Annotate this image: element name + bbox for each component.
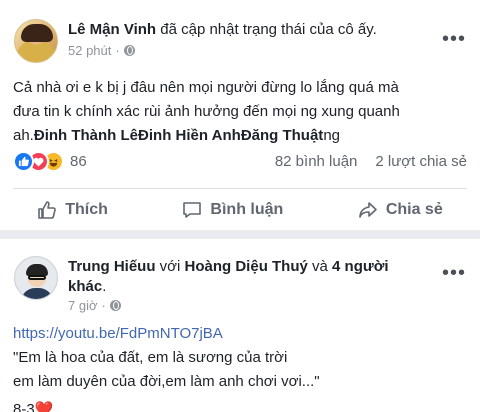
post-text-line: đưa tin k chính xác rùi ảnh hưởng đến mọ… [13, 103, 400, 120]
post-header: Lê Mận Vinh đã cập nhật trạng thái của c… [68, 20, 377, 39]
post-card-1: Lê Mận Vinh đã cập nhật trạng thái của c… [0, 0, 480, 230]
post-text-line: Cả nhà ơi e k bị j đâu nên mọi người đừn… [13, 79, 399, 96]
post-text: https://youtu.be/FdPmNTO7jBA "Em là hoa … [13, 322, 473, 412]
author-name[interactable]: Lê Mận Vinh [68, 21, 156, 38]
author-name[interactable]: Trung Hiếuu [68, 258, 156, 275]
more-options-icon[interactable]: ••• [442, 29, 466, 49]
youtube-link[interactable]: https://youtu.be/FdPmNTO7jBA [13, 322, 473, 346]
globe-icon [109, 300, 121, 311]
others-link[interactable]: 4 người [332, 258, 389, 275]
comment-button[interactable]: Bình luận [182, 201, 283, 219]
others-link[interactable]: khác [68, 278, 102, 295]
post-header: Trung Hiếuu với Hoàng Diệu Thuý và 4 ngư… [68, 258, 389, 295]
post-action-text: đã cập nhật trạng thái của cô ấy. [160, 21, 377, 38]
heart-emoji: ❤️ [34, 401, 54, 412]
post-text-line: 8-3❤️ [13, 398, 473, 412]
share-button[interactable]: Chia sẻ [358, 201, 443, 219]
post-time[interactable]: 52 phút [68, 43, 111, 58]
globe-icon [123, 45, 135, 56]
share-label: Chia sẻ [385, 201, 443, 218]
reaction-count: 86 [70, 153, 87, 170]
author-avatar[interactable] [14, 256, 58, 300]
thumbs-up-icon [38, 201, 57, 219]
author-avatar[interactable] [14, 19, 58, 63]
reactions-summary[interactable]: 86 [13, 151, 87, 172]
comment-icon [183, 202, 202, 218]
like-reaction-icon [13, 151, 34, 172]
post-actions: Thích Bình luận Chia sẻ [0, 193, 480, 227]
like-label: Thích [65, 201, 108, 218]
more-options-icon[interactable]: ••• [442, 263, 466, 283]
shares-count-link[interactable]: 2 lượt chia sẻ [375, 153, 467, 170]
post-stats: 82 bình luận 2 lượt chia sẻ [275, 153, 467, 170]
post-text-line: "Em là hoa của đất, em là sương của trời [13, 349, 288, 366]
comment-label: Bình luận [210, 201, 284, 218]
comments-count-link[interactable]: 82 bình luận [275, 153, 358, 170]
mention-link[interactable]: Đinh Hiền Anh [138, 127, 241, 144]
post-text-line: ah.Đinh Thành LêĐinh Hiền AnhĐăng Thuậtn… [13, 127, 340, 144]
mention-link[interactable]: Đăng Thuật [241, 127, 324, 144]
post-text-line: em làm duyên của đời,em làm anh chơi vơi… [13, 373, 320, 390]
tagged-friend[interactable]: Hoàng Diệu Thuý [185, 258, 308, 275]
share-icon [359, 202, 377, 218]
divider [13, 188, 467, 189]
like-button[interactable]: Thích [37, 201, 108, 219]
post-meta: 7 giờ · [68, 298, 121, 313]
mention-link[interactable]: Đinh Thành Lê [34, 127, 138, 144]
post-text: Cả nhà ơi e k bị j đâu nên mọi người đừn… [13, 76, 473, 148]
post-meta: 52 phút · [68, 43, 135, 58]
post-time[interactable]: 7 giờ [68, 298, 98, 313]
